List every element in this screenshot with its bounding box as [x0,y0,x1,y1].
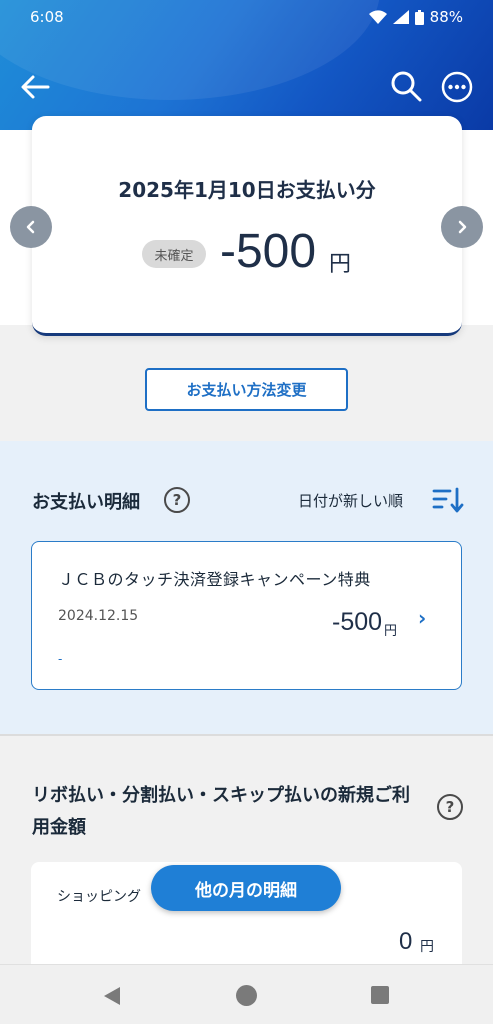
next-month-button[interactable] [441,206,483,248]
more-icon[interactable] [441,71,473,103]
status-icons: 88% [368,8,463,26]
revo-section-title: リボ払い・分割払い・スキップ払いの新規ご利用金額 [32,785,410,838]
app-header: 6:08 88% [0,0,493,130]
help-icon[interactable]: ? [437,794,463,820]
wifi-icon [368,10,387,24]
section-divider [0,734,493,736]
detail-item-unit: 円 [384,624,398,639]
battery-level: 88% [429,8,463,26]
chevron-right-icon: › [418,606,427,630]
shopping-amount-unit: 円 [420,939,434,955]
payment-amount-unit: 円 [329,252,352,277]
search-icon[interactable] [390,70,422,102]
shopping-amount: 0 [399,928,413,955]
nav-recents-icon[interactable] [370,985,390,1005]
chevron-right-icon [458,220,467,234]
system-navigation-bar [0,964,493,1024]
signal-icon [392,10,409,24]
detail-item-note: - [58,652,63,666]
help-icon[interactable]: ? [164,487,190,513]
prev-month-button[interactable] [10,206,52,248]
sort-descending-icon[interactable] [432,486,464,514]
payment-method-change-button[interactable]: お支払い方法変更 [145,368,348,411]
chevron-left-icon [26,220,35,234]
status-badge: 未確定 [142,240,206,268]
payment-date-title: 2025年1月10日お支払い分 [118,178,376,202]
payment-summary-card: 2025年1月10日お支払い分 未確定 -500 円 [32,116,462,336]
detail-item-amount: -500 [332,608,383,636]
detail-item-date: 2024.12.15 [58,608,139,624]
shopping-label: ショッピング [57,889,141,905]
details-title: お支払い明細 [32,492,140,513]
sort-label[interactable]: 日付が新しい順 [298,490,403,511]
detail-list-item[interactable]: ＪＣＢのタッチ決済登録キャンペーン特典 2024.12.15 -500 円 › … [31,541,462,690]
nav-back-icon[interactable] [101,985,123,1007]
payment-amount: -500 [220,225,317,278]
status-time: 6:08 [30,8,64,26]
nav-home-icon[interactable] [235,984,258,1007]
battery-icon [414,9,424,25]
status-bar: 6:08 88% [0,6,493,32]
other-month-details-button[interactable]: 他の月の明細 [151,865,341,911]
detail-item-name: ＪＣＢのタッチ決済登録キャンペーン特典 [58,570,371,589]
back-arrow-icon[interactable] [20,74,50,100]
